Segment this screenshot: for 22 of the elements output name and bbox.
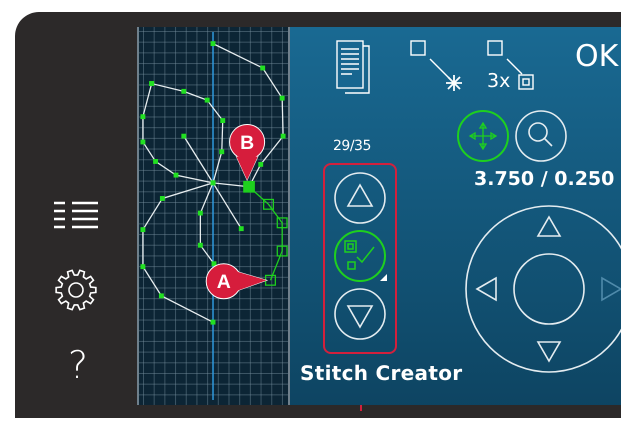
select-stitch-button[interactable] bbox=[333, 228, 387, 283]
center-button[interactable] bbox=[513, 253, 585, 325]
repeat-count: 3x bbox=[487, 72, 510, 91]
settings-icon[interactable] bbox=[54, 268, 98, 312]
stitch-counter: 29/35 bbox=[333, 138, 371, 155]
corner-triangle-icon bbox=[380, 274, 387, 281]
menu-list-icon[interactable] bbox=[54, 201, 98, 230]
next-stitch-button[interactable] bbox=[333, 286, 387, 341]
up-arrow-button[interactable] bbox=[536, 215, 562, 237]
double-square-icon[interactable] bbox=[518, 74, 534, 90]
cut-point-icon[interactable] bbox=[410, 40, 462, 94]
help-icon[interactable]: ? bbox=[68, 346, 88, 384]
move-button[interactable] bbox=[456, 109, 510, 163]
previous-stitch-button[interactable] bbox=[333, 170, 387, 225]
stitch-select-icon bbox=[344, 240, 375, 270]
document-icon[interactable] bbox=[336, 40, 370, 94]
left-arrow-button[interactable] bbox=[475, 276, 497, 302]
ok-button[interactable]: OK bbox=[575, 42, 618, 72]
position-readout: 3.750 / 0.250 bbox=[474, 169, 614, 190]
screen-title: Stitch Creator bbox=[300, 360, 462, 385]
down-arrow-button[interactable] bbox=[536, 341, 562, 362]
search-button[interactable] bbox=[514, 109, 568, 163]
